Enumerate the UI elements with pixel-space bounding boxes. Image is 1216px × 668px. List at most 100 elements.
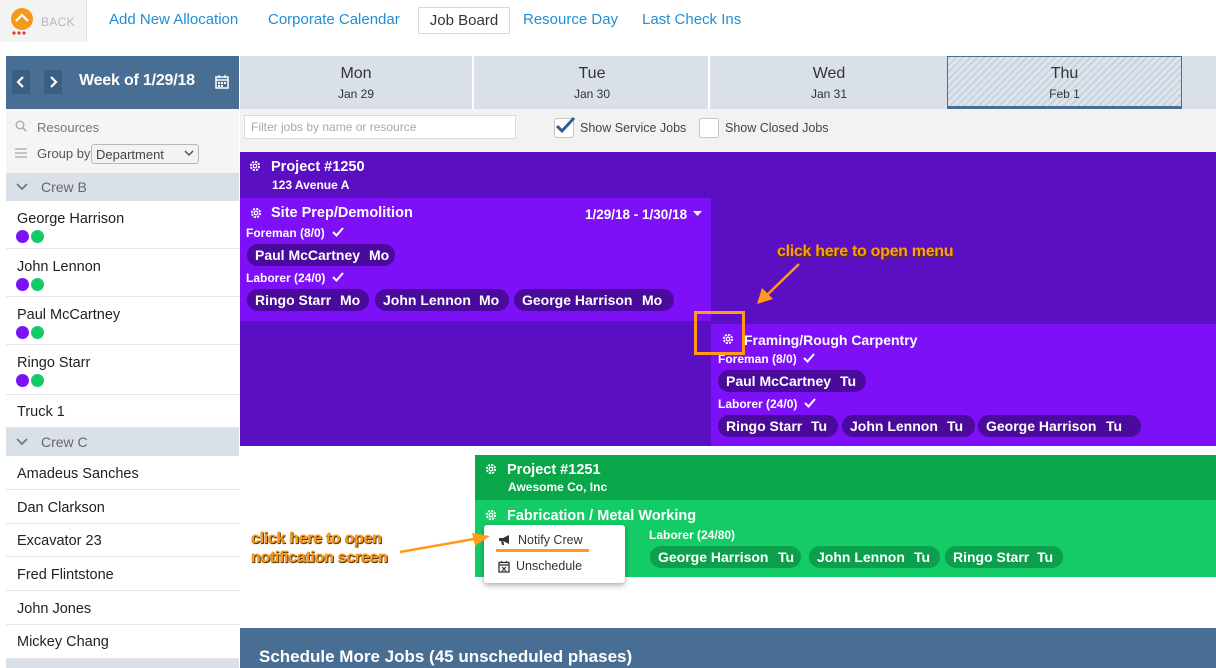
annotation-underline [496, 549, 589, 552]
crew-header-crew-b[interactable]: Crew B [6, 173, 239, 201]
phase-card-site-prep[interactable]: Site Prep/Demolition 1/29/18 - 1/30/18 F… [240, 198, 711, 321]
gear-icon[interactable] [484, 508, 498, 522]
show-service-jobs-checkbox[interactable] [554, 116, 576, 138]
crew-header-crew-c[interactable]: Crew C [6, 428, 239, 456]
resource-row[interactable]: Ringo Starr [6, 345, 239, 395]
resources-search-input[interactable]: Resources [37, 120, 99, 135]
role-label: Laborer (24/0) [246, 271, 326, 285]
resource-name: Excavator 23 [17, 533, 102, 549]
search-icon [15, 120, 27, 132]
resource-name: Mickey Chang [17, 634, 109, 650]
nav-job-board[interactable]: Job Board [418, 7, 510, 34]
calendar-x-icon [498, 560, 510, 573]
back-label: BACK [41, 15, 75, 29]
day-column-thu-today[interactable]: Thu Feb 1 [947, 56, 1182, 109]
assignee-name: Ringo Starr [726, 418, 803, 434]
assignment-pill[interactable]: George Harrison Mo [514, 289, 674, 311]
gear-icon[interactable] [249, 206, 263, 220]
app-logo-icon [8, 8, 36, 36]
list-icon [15, 148, 27, 158]
schedule-more-jobs-bar[interactable]: Schedule More Jobs (45 unscheduled phase… [240, 628, 1216, 668]
resource-row[interactable]: Excavator 23 [6, 524, 239, 557]
next-week-button[interactable] [44, 70, 62, 94]
project-subtitle: 123 Avenue A [272, 178, 350, 192]
resource-row[interactable]: Mickey Chang [6, 625, 239, 659]
day-column-tue[interactable]: Tue Jan 30 [476, 56, 710, 109]
checkmark-icon [555, 116, 576, 134]
assignment-pill[interactable]: Paul McCartney Tu [718, 370, 866, 392]
back-button[interactable]: BACK [0, 0, 87, 42]
day-name: Thu [1050, 65, 1079, 82]
resource-row[interactable]: George Harrison [6, 201, 239, 249]
resource-row[interactable]: Dan Clarkson [6, 490, 239, 524]
assignment-day: Tu [1106, 418, 1123, 434]
calendar-icon[interactable] [215, 74, 229, 89]
day-date: Jan 31 [810, 87, 848, 101]
caret-down-icon[interactable] [693, 211, 702, 217]
resource-row[interactable]: Fred Flintstone [6, 557, 239, 591]
schedule-more-jobs-label: Schedule More Jobs (45 unscheduled phase… [259, 647, 633, 666]
week-navigator: Week of 1/29/18 [6, 56, 239, 109]
menu-item-notify-crew[interactable]: Notify Crew [498, 533, 583, 547]
day-column-mon[interactable]: Mon Jan 29 [240, 56, 474, 109]
prev-week-button[interactable] [12, 70, 30, 94]
gear-icon[interactable] [248, 159, 262, 173]
resource-name: George Harrison [17, 211, 125, 227]
role-label: Laborer (24/0) [718, 397, 798, 411]
resource-row[interactable]: Truck 1 [6, 395, 239, 428]
phase-context-menu: Notify Crew Unschedule [484, 525, 625, 583]
phase-card-framing[interactable]: Framing/Rough Carpentry Foreman (8/0) Pa… [711, 324, 1216, 446]
status-dot-green [31, 326, 44, 339]
assignment-pill[interactable]: John Lennon Tu [842, 415, 975, 437]
week-label: Week of 1/29/18 [79, 72, 195, 89]
resource-row[interactable]: Paul McCartney [6, 297, 239, 345]
resource-row[interactable]: John Lennon [6, 249, 239, 297]
assignee-name: John Lennon [383, 292, 471, 308]
resource-name: John Lennon [17, 259, 101, 275]
role-label: Laborer (24/80) [649, 528, 736, 542]
assignment-pill[interactable]: Paul McCartney Mo [247, 244, 395, 266]
job-filter-input[interactable]: Filter jobs by name or resource [244, 115, 516, 139]
project-title[interactable]: Project #1250 [271, 159, 365, 175]
assignment-day: Mo [340, 292, 361, 308]
resource-name: Truck 1 [17, 404, 65, 420]
annotation-highlight-box [694, 311, 745, 355]
resource-row[interactable]: Amadeus Sanches [6, 456, 239, 490]
gear-icon[interactable] [484, 462, 498, 476]
assignment-pill[interactable]: Ringo Starr Tu [945, 546, 1063, 568]
annotation-notify-line1: click here to open [251, 530, 382, 547]
group-by-select[interactable]: Department [91, 144, 199, 164]
assignee-name: John Lennon [817, 549, 905, 565]
assignment-pill[interactable]: George Harrison Tu [650, 546, 801, 568]
day-name: Wed [812, 65, 846, 82]
assignment-day: Mo [369, 247, 390, 263]
checkmark-icon [332, 227, 344, 237]
project-title[interactable]: Project #1251 [507, 462, 601, 478]
resource-row[interactable]: John Jones [6, 591, 239, 625]
show-service-jobs-label: Show Service Jobs [580, 121, 687, 135]
assignment-pill[interactable]: John Lennon Tu [809, 546, 940, 568]
assignment-pill[interactable]: Ringo Starr Mo [247, 289, 369, 311]
phase-title: Site Prep/Demolition [271, 205, 413, 221]
nav-corporate-calendar[interactable]: Corporate Calendar [268, 11, 400, 28]
assignee-name: George Harrison [522, 292, 633, 308]
nav-last-check-ins[interactable]: Last Check Ins [642, 11, 741, 28]
resource-name: Fred Flintstone [17, 567, 114, 583]
group-by-value: Department [96, 147, 164, 162]
resource-name: Dan Clarkson [17, 500, 105, 516]
project-subtitle: Awesome Co, Inc [508, 480, 608, 494]
assignment-pill[interactable]: Ringo Starr Tu [718, 415, 838, 437]
day-column-wed[interactable]: Wed Jan 31 [712, 56, 946, 109]
nav-add-new-allocation[interactable]: Add New Allocation [109, 11, 238, 28]
top-nav: BACK Add New Allocation Corporate Calend… [0, 0, 1216, 42]
assignment-pill[interactable]: John Lennon Mo [375, 289, 509, 311]
megaphone-icon [499, 535, 509, 545]
phase-dates: 1/29/18 - 1/30/18 [585, 207, 688, 222]
assignment-pill[interactable]: George Harrison Tu [978, 415, 1141, 437]
phase-title: Fabrication / Metal Working [507, 508, 697, 524]
menu-item-unschedule[interactable]: Unschedule [498, 559, 582, 573]
assignee-name: Ringo Starr [255, 292, 332, 308]
status-dot-green [31, 374, 44, 387]
nav-resource-day[interactable]: Resource Day [523, 11, 618, 28]
show-closed-jobs-checkbox[interactable] [699, 118, 719, 138]
